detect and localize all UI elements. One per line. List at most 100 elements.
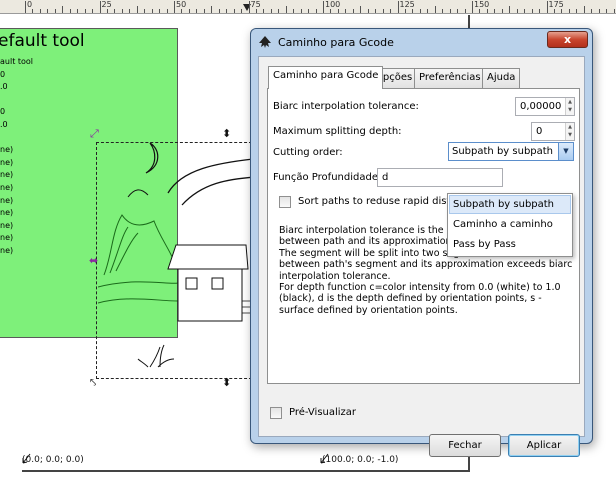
ruler-minor-tick [479, 9, 481, 13]
ruler-minor-tick [218, 9, 220, 13]
ruler-minor-tick [106, 9, 108, 13]
inkscape-icon [259, 36, 271, 48]
ruler-minor-tick [39, 9, 41, 13]
biarc-tolerance-input[interactable]: 0,00000 ▲ ▼ [515, 97, 575, 116]
ruler-minor-tick [561, 9, 563, 13]
ruler-minor-tick [241, 9, 243, 13]
ruler-minor-tick [181, 9, 183, 13]
max-splitting-depth-input[interactable]: 0 ▲ ▼ [531, 122, 575, 141]
ruler-label: 75 [250, 0, 261, 9]
cutting-order-label: Cutting order: [273, 147, 343, 158]
dropdown-option-subpath-by-subpath[interactable]: Subpath by subpath [449, 195, 571, 214]
tab-caminho-para-gcode[interactable]: Caminho para Gcode [268, 66, 384, 89]
horizontal-ruler[interactable]: 0 25 50 75 100 125 150 175 [0, 0, 616, 14]
ruler-minor-tick [92, 9, 94, 13]
preview-checkbox[interactable] [270, 407, 282, 419]
ruler-minor-tick [114, 9, 116, 13]
ruler-minor-tick [449, 9, 451, 13]
sketch-drawing[interactable] [98, 135, 258, 380]
close-button[interactable]: x [547, 31, 588, 48]
reference-arrow-icon [320, 453, 329, 464]
ruler-minor-tick [591, 9, 593, 13]
ruler-label: 50 [176, 0, 187, 9]
ruler-minor-tick [166, 9, 168, 13]
ruler-minor-tick [226, 9, 228, 13]
cutting-order-dropdown[interactable]: Subpath by subpath Caminho a caminho Pas… [447, 193, 573, 257]
funcao-profundidade-input[interactable]: d [377, 168, 503, 187]
cutting-order-select[interactable]: Subpath by subpath ▼ [448, 142, 574, 161]
ruler-minor-tick [211, 6, 213, 13]
max-splitting-depth-value: 0 [536, 126, 543, 137]
ruler-minor-tick [539, 9, 541, 13]
scale-handle-bottom-left[interactable]: ⤣ [90, 377, 96, 388]
ruler-major-tick [174, 1, 175, 13]
ruler-minor-tick [151, 9, 153, 13]
tool-title: efault tool [0, 31, 85, 51]
sort-paths-checkbox[interactable] [279, 196, 291, 208]
ruler-minor-tick [486, 9, 488, 13]
biarc-tolerance-spinner[interactable]: ▲ ▼ [565, 98, 574, 115]
dialog-client-area: Caminho para Gcode Opções Preferências A… [258, 56, 585, 457]
tab-preferencias[interactable]: Preferências [414, 68, 486, 88]
ruler-minor-tick [233, 9, 235, 13]
tool-property-line: ne) [0, 195, 14, 205]
max-splitting-depth-label: Maximum splitting depth: [273, 126, 402, 137]
ruler-minor-tick [47, 9, 49, 13]
ruler-major-tick [25, 1, 26, 13]
spin-down-icon[interactable]: ▼ [566, 106, 574, 114]
ruler-minor-tick [404, 9, 406, 13]
ruler-minor-tick [553, 9, 555, 13]
tool-property-line: ne) [0, 170, 14, 180]
ruler-minor-tick [54, 9, 56, 13]
help-line: For depth function c=color intensity fro… [279, 282, 561, 294]
tool-property-line: ne) [0, 183, 14, 192]
ruler-minor-tick [270, 9, 272, 13]
ruler-minor-tick [419, 9, 421, 13]
ruler-minor-tick [434, 6, 436, 13]
tool-property-line: .0 [0, 120, 8, 129]
spin-up-icon[interactable]: ▲ [566, 123, 574, 131]
help-line: interpolation tolerance. [279, 270, 391, 282]
ruler-minor-tick [255, 9, 257, 13]
ruler-minor-tick [606, 9, 608, 13]
ruler-minor-tick [524, 9, 526, 13]
ruler-minor-tick [367, 9, 369, 13]
tool-property-line: ault tool [0, 57, 34, 66]
ruler-label: 100 [325, 0, 341, 9]
dropdown-option-caminho-a-caminho[interactable]: Caminho a caminho [449, 215, 571, 234]
ruler-minor-tick [203, 9, 205, 13]
ruler-minor-tick [129, 9, 131, 13]
gcode-dialog[interactable]: Caminho para Gcode x Caminho para Gcode … [250, 28, 593, 457]
cutting-order-value: Subpath by subpath [452, 146, 554, 157]
fechar-button[interactable]: Fechar [429, 434, 501, 457]
ruler-minor-tick [196, 9, 198, 13]
ruler-minor-tick [285, 6, 287, 13]
funcao-profundidade-value: d [382, 172, 389, 183]
origin-arrow-icon [22, 453, 31, 464]
max-splitting-depth-spinner[interactable]: ▲ ▼ [565, 123, 574, 140]
spin-up-icon[interactable]: ▲ [566, 98, 574, 106]
dialog-titlebar[interactable]: Caminho para Gcode x [251, 29, 592, 55]
ruler-minor-tick [263, 9, 265, 13]
skew-handle-left[interactable]: ⬌ [89, 255, 98, 266]
biarc-tolerance-label: Biarc interpolation tolerance: [273, 101, 419, 112]
ruler-minor-tick [427, 9, 429, 13]
ruler-label: 150 [474, 0, 490, 9]
ruler-minor-tick [583, 6, 585, 13]
dropdown-option-pass-by-pass[interactable]: Pass by Pass [449, 235, 571, 254]
ruler-minor-tick [345, 9, 347, 13]
ruler-major-tick [248, 1, 250, 13]
ruler-minor-tick [159, 9, 161, 13]
spin-down-icon[interactable]: ▼ [566, 131, 574, 139]
ruler-minor-tick [613, 9, 615, 13]
ruler-label: 125 [399, 0, 415, 9]
tab-ajuda[interactable]: Ajuda [482, 68, 521, 88]
chevron-down-icon[interactable]: ▼ [558, 143, 573, 160]
ruler-major-tick [397, 1, 399, 13]
tool-property-line: ne) [0, 246, 14, 255]
ruler-minor-tick [84, 9, 86, 13]
aplicar-button[interactable]: Aplicar [508, 434, 580, 457]
ruler-minor-tick [509, 6, 511, 13]
ruler-label: 175 [548, 0, 564, 9]
ruler-minor-tick [457, 9, 459, 13]
